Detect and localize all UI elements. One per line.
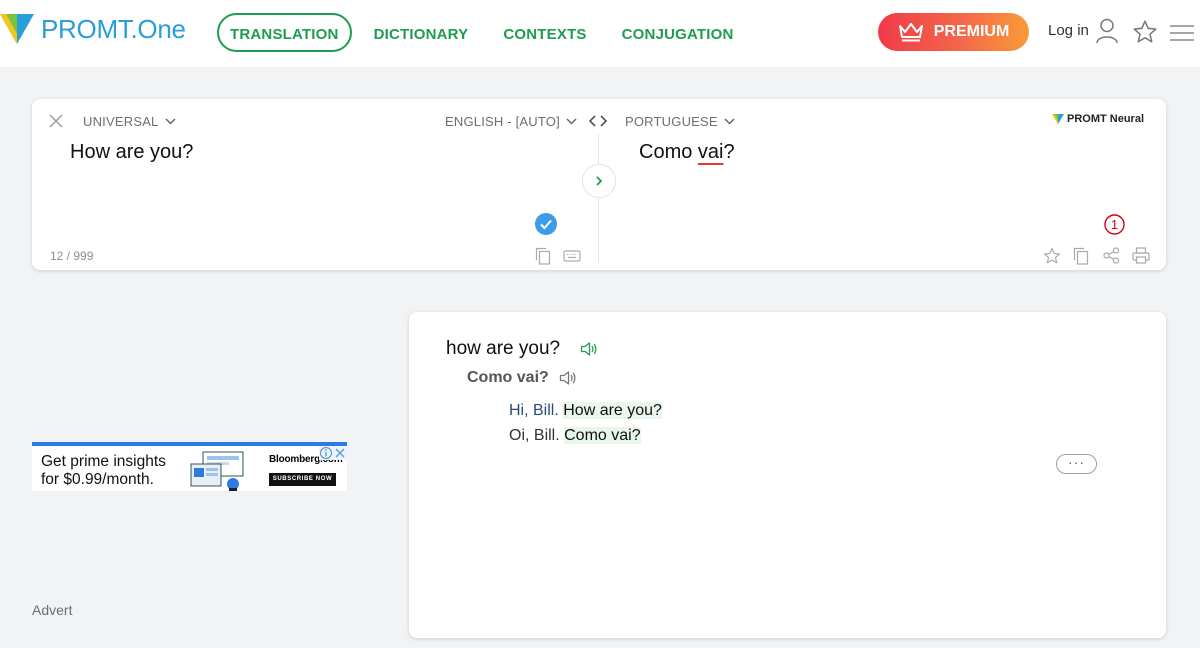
keyboard-icon[interactable]: [563, 250, 581, 262]
nav-contexts[interactable]: CONTEXTS: [490, 13, 599, 52]
chevron-down-icon: [164, 118, 176, 125]
translate-button[interactable]: [582, 164, 616, 198]
target-text-part: ?: [723, 141, 735, 163]
swap-languages-icon[interactable]: [588, 113, 608, 129]
engine-name: PROMT Neural: [1067, 113, 1145, 125]
target-language-dropdown[interactable]: PORTUGUESE: [625, 114, 735, 129]
translation-panel: UNIVERSAL ENGLISH - [AUTO] PORTUGUESE PR…: [32, 99, 1166, 270]
dictionary-translation: Como vai?: [467, 369, 577, 387]
ad-info-icon[interactable]: [319, 446, 333, 460]
favorites-star-icon[interactable]: [1132, 19, 1158, 45]
main-nav: TRANSLATION DICTIONARY CONTEXTS CONJUGAT…: [217, 13, 756, 52]
translation-text[interactable]: Como vai?: [467, 369, 549, 387]
premium-label: PREMIUM: [933, 23, 1010, 40]
dictionary-panel: how are you? Como vai? Hi, Bill. How are…: [409, 312, 1166, 638]
print-icon[interactable]: [1132, 247, 1150, 264]
source-text-input[interactable]: How are you?: [70, 141, 193, 164]
promt-logo[interactable]: PROMT.One: [0, 12, 186, 46]
example-target: Oi, Bill. Como vai?: [509, 427, 641, 445]
source-language-label: ENGLISH - [AUTO]: [445, 114, 560, 129]
star-icon[interactable]: [1043, 247, 1061, 265]
ad-subscribe-button[interactable]: SUBSCRIBE NOW: [269, 473, 336, 486]
promt-logo-icon: [0, 14, 34, 44]
ad-choices: [319, 446, 347, 460]
premium-button[interactable]: PREMIUM: [878, 13, 1029, 51]
example-target-highlight: Como vai?: [564, 427, 641, 444]
menu-icon[interactable]: [1170, 24, 1194, 42]
spelling-flagged-word[interactable]: vai: [698, 141, 724, 163]
target-text-part: Como: [639, 141, 698, 163]
example-source-plain: Hi, Bill.: [509, 402, 564, 419]
ad-line-1: Get prime insights: [41, 453, 166, 470]
phrase-text: how are you?: [446, 338, 561, 359]
logo-text: PROMT.One: [41, 13, 186, 44]
example-target-plain: Oi, Bill.: [509, 427, 565, 444]
target-text-output[interactable]: Como vai?: [639, 141, 735, 164]
promt-neural-logo-icon: [1052, 114, 1064, 124]
ad-close-icon[interactable]: [333, 446, 347, 460]
panel-divider: [598, 134, 599, 262]
spellcheck-ok-icon[interactable]: [535, 213, 557, 235]
example-source-highlight: How are you?: [563, 402, 662, 419]
ad-illustration-icon: [190, 451, 244, 491]
example-source: Hi, Bill. How are you?: [509, 402, 662, 420]
topic-label: UNIVERSAL: [83, 114, 159, 129]
advertisement-banner[interactable]: Get prime insights for $0.99/month. Bloo…: [32, 442, 347, 491]
user-icon[interactable]: [1096, 18, 1118, 44]
notification-count: 1: [1111, 217, 1118, 232]
source-language-dropdown[interactable]: ENGLISH - [AUTO]: [445, 114, 577, 129]
nav-dictionary[interactable]: DICTIONARY: [361, 13, 482, 52]
advert-label: Advert: [32, 602, 73, 618]
more-button[interactable]: ···: [1056, 454, 1097, 474]
engine-label: PROMT Neural: [1052, 113, 1144, 125]
top-header: PROMT.One TRANSLATION DICTIONARY CONTEXT…: [0, 0, 1200, 67]
nav-conjugation[interactable]: CONJUGATION: [609, 13, 747, 52]
login-link[interactable]: Log in: [1048, 22, 1089, 39]
chevron-right-icon: [596, 176, 603, 186]
chevron-down-icon: [724, 118, 735, 125]
chevron-down-icon: [566, 118, 577, 125]
character-counter: 12 / 999: [50, 249, 94, 263]
notification-badge-icon[interactable]: 1: [1104, 214, 1125, 235]
topic-dropdown[interactable]: UNIVERSAL: [83, 114, 176, 129]
copy-icon[interactable]: [1073, 247, 1089, 265]
share-icon[interactable]: [1103, 247, 1120, 264]
ad-line-2: for $0.99/month.: [41, 471, 154, 488]
ad-text: Get prime insights for $0.99/month.: [41, 453, 166, 489]
copy-icon[interactable]: [535, 247, 551, 265]
target-language-label: PORTUGUESE: [625, 114, 718, 129]
speaker-icon[interactable]: [559, 370, 577, 386]
nav-translation[interactable]: TRANSLATION: [217, 13, 352, 52]
crown-icon: [898, 23, 923, 42]
dictionary-phrase: how are you?: [446, 338, 598, 360]
speaker-icon[interactable]: [580, 341, 598, 357]
clear-icon[interactable]: [48, 113, 64, 129]
